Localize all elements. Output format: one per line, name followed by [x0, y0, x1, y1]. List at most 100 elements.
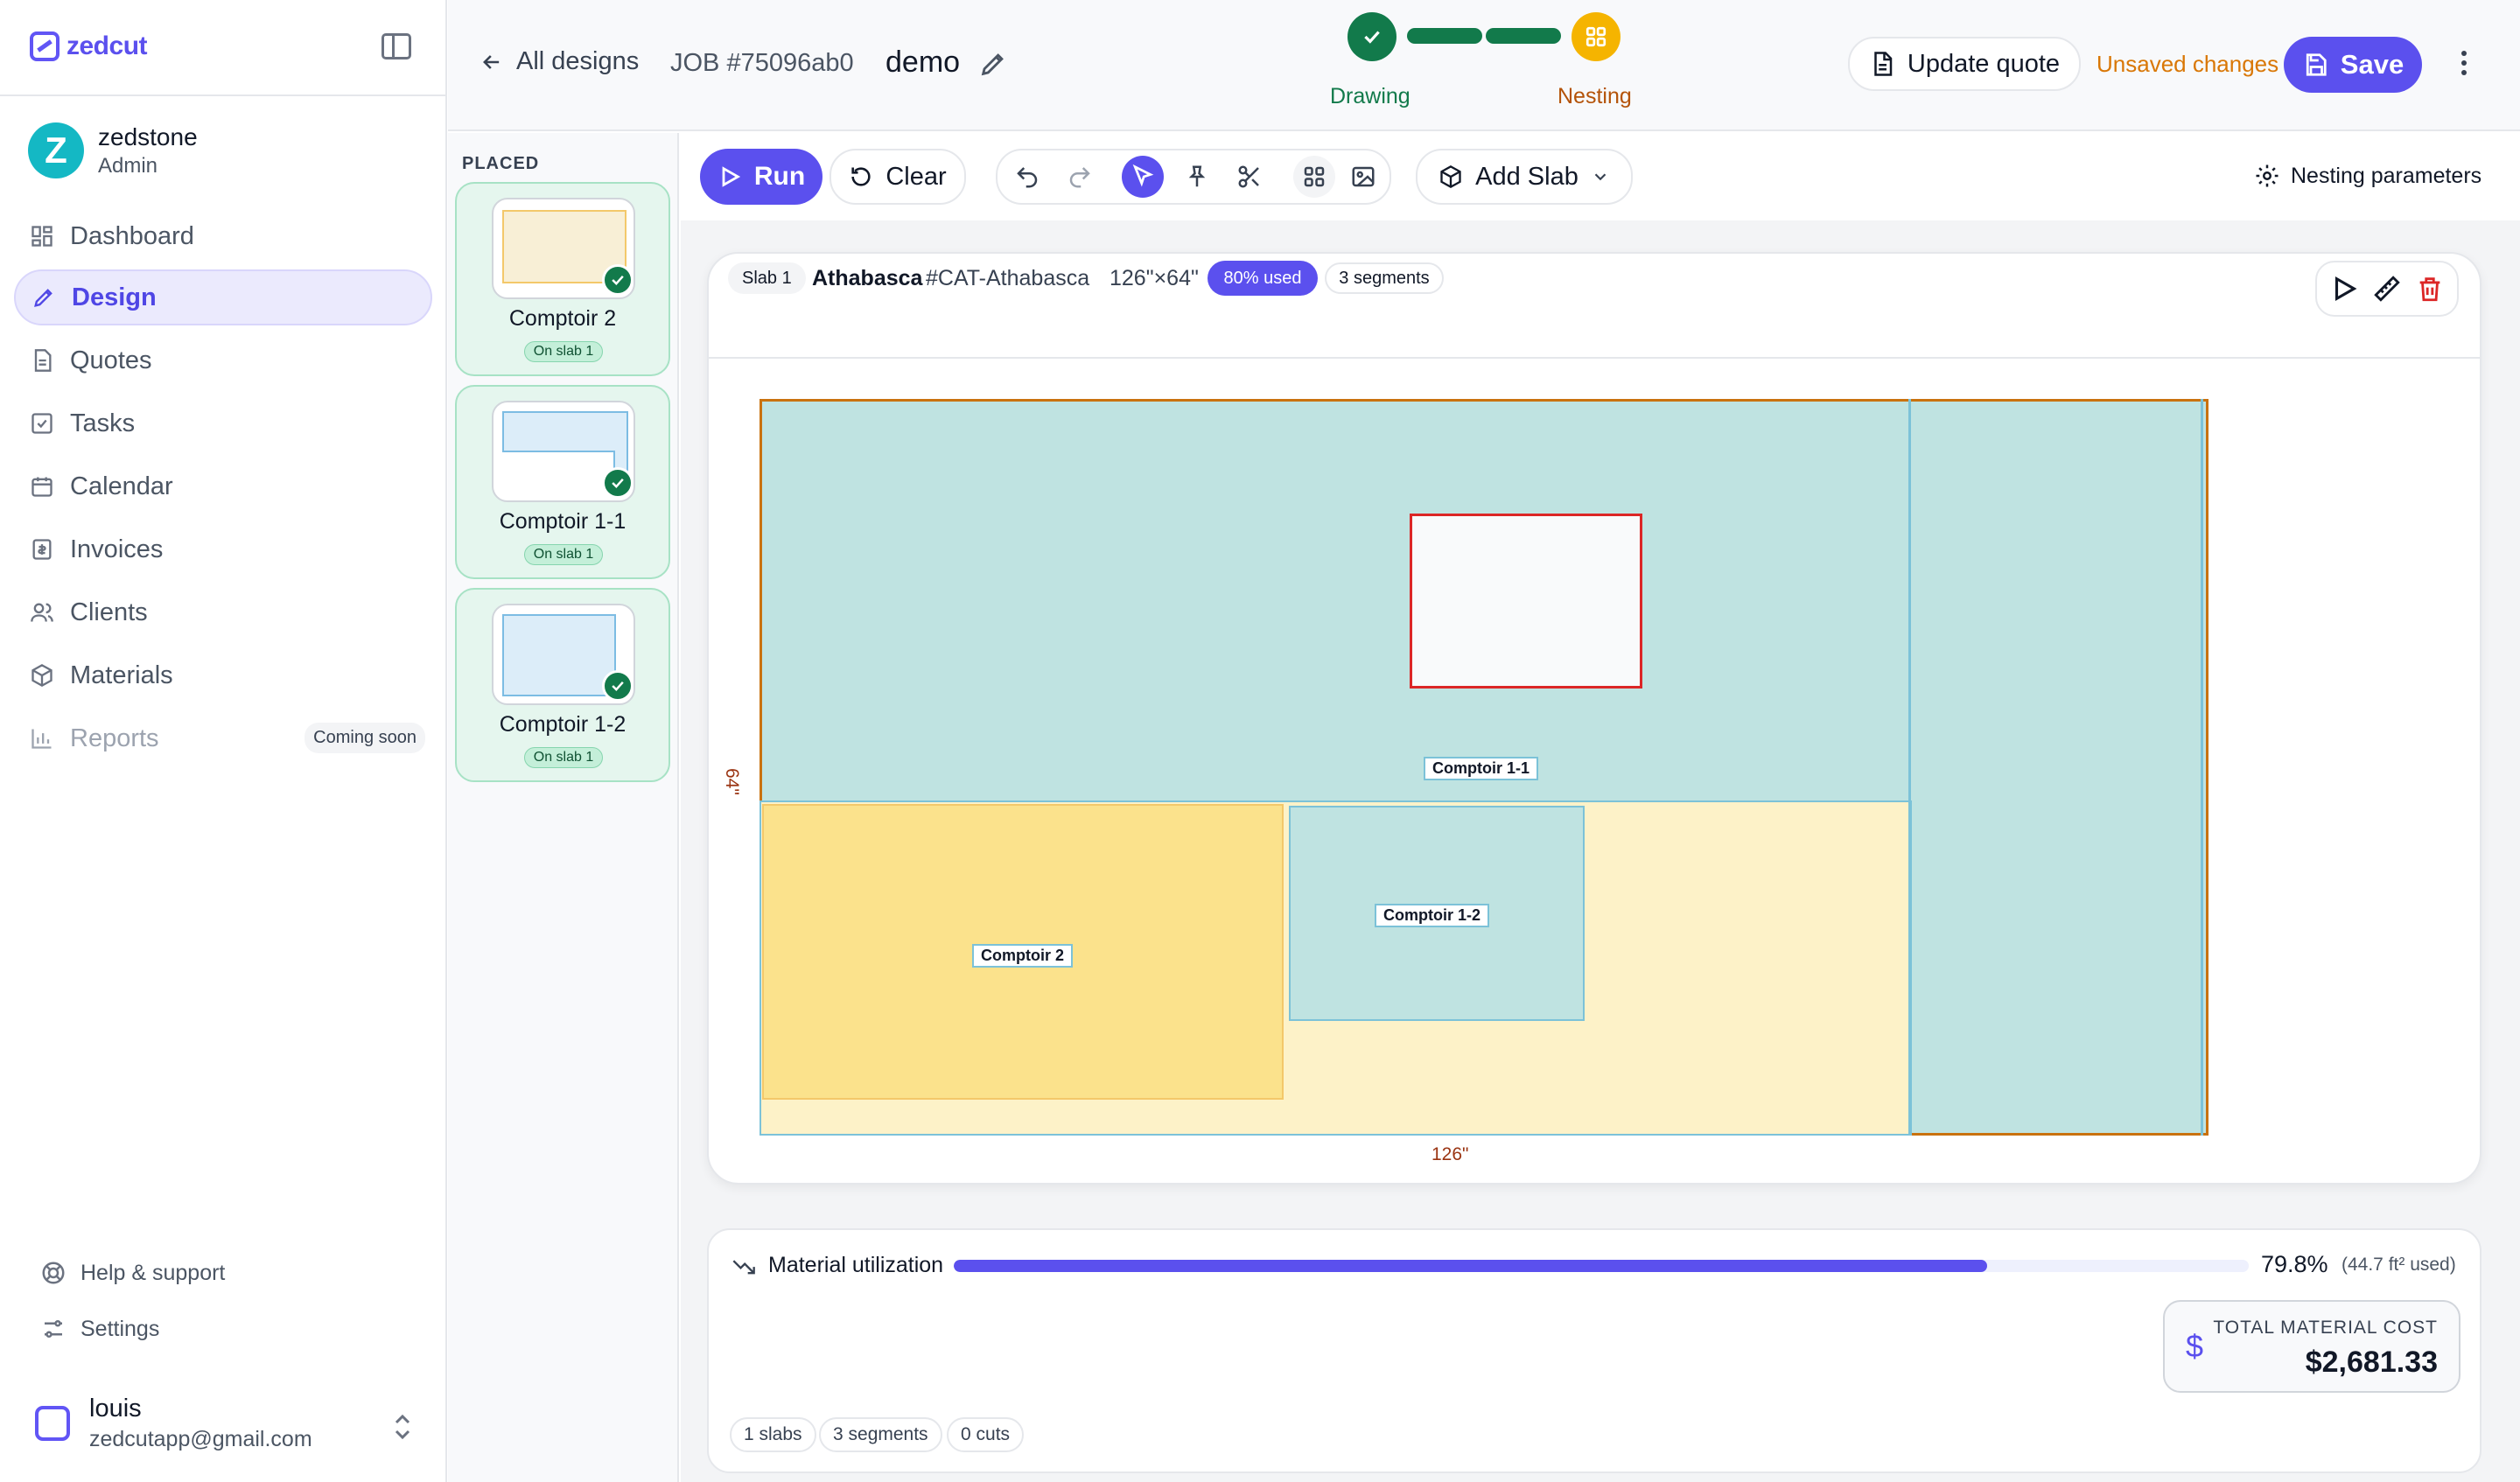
image-icon[interactable]: [1342, 156, 1384, 198]
select-pointer-icon[interactable]: [1122, 156, 1164, 198]
tasks-icon: [30, 411, 54, 436]
nav-label: Calendar: [70, 472, 173, 500]
step-drawing-label: Drawing: [1330, 84, 1410, 108]
nav-tasks[interactable]: Tasks: [14, 395, 432, 451]
trash-icon[interactable]: [2415, 274, 2445, 304]
slab-header-divider: [709, 357, 2480, 359]
slab-dimensions: 126"×64": [1110, 266, 1199, 290]
settings-link[interactable]: Settings: [40, 1316, 159, 1342]
slab-height-label: 64": [722, 768, 742, 795]
slab-layout[interactable]: Comptoir 1-1 Comptoir 1-2 Comptoir 2: [760, 399, 2208, 1136]
grid-view-icon[interactable]: [1293, 156, 1335, 198]
utilization-area-used: (44.7 ft² used): [2342, 1255, 2456, 1275]
nav-calendar[interactable]: Calendar: [14, 458, 432, 514]
utilization-progress-track: [954, 1260, 2249, 1272]
placed-piece-card[interactable]: Comptoir 1-2 On slab 1: [455, 588, 670, 782]
play-icon: [722, 166, 740, 187]
nav-materials[interactable]: Materials: [14, 647, 432, 703]
back-to-designs-link[interactable]: All designs: [480, 47, 639, 76]
help-support-link[interactable]: Help & support: [40, 1260, 225, 1286]
undo-icon[interactable]: [1006, 156, 1048, 198]
floppy-disk-icon: [2306, 53, 2327, 76]
reports-icon: [30, 726, 54, 751]
placed-piece-card[interactable]: Comptoir 1-1 On slab 1: [455, 385, 670, 579]
nav-design[interactable]: Design: [14, 269, 432, 325]
settings-sliders-icon: [45, 1320, 62, 1338]
ruler-icon[interactable]: [2372, 274, 2402, 304]
run-button[interactable]: Run: [700, 149, 822, 205]
edit-pencil-icon[interactable]: [978, 49, 1008, 79]
redo-icon[interactable]: [1059, 156, 1101, 198]
piece-label-comptoir-1-2: Comptoir 1-2: [1375, 904, 1490, 927]
settings-label: Settings: [80, 1316, 160, 1341]
piece-status-badge: On slab 1: [524, 341, 603, 362]
more-vertical-icon[interactable]: [2457, 49, 2471, 77]
account-email: zedcutapp@gmail.com: [89, 1427, 312, 1451]
piece-outline-edge: [1908, 399, 1911, 1136]
save-label: Save: [2340, 49, 2404, 80]
placed-check-icon: [602, 264, 634, 296]
sidebar-toggle-icon[interactable]: [382, 33, 411, 59]
step-progress-bar: [1486, 28, 1561, 44]
nav-label: Invoices: [70, 535, 164, 563]
account-switcher[interactable]: louis zedcutapp@gmail.com: [35, 1395, 312, 1452]
slab-used-badge: 80% used: [1208, 261, 1318, 296]
piece-label-comptoir-2: Comptoir 2: [972, 944, 1074, 968]
org-avatar: Z: [28, 122, 84, 178]
cutout-sink[interactable]: [1410, 514, 1642, 689]
utilization-percent: 79.8%: [2261, 1251, 2328, 1277]
reset-icon: [851, 167, 871, 186]
pin-icon[interactable]: [1176, 156, 1218, 198]
nav-label: Quotes: [70, 346, 152, 374]
nav-label: Dashboard: [70, 221, 194, 250]
piece-outline-edge: [2201, 399, 2203, 1136]
add-slab-label: Add Slab: [1475, 162, 1578, 191]
account-avatar-icon: [35, 1406, 70, 1441]
nav-invoices[interactable]: Invoices: [14, 521, 432, 577]
trend-down-icon: [732, 1259, 755, 1274]
nav-quotes[interactable]: Quotes: [14, 332, 432, 388]
dollar-icon: $: [2186, 1328, 2204, 1364]
stat-cuts: 0 cuts: [947, 1417, 1025, 1452]
stat-slabs: 1 slabs: [730, 1417, 816, 1452]
app-name: zedcut: [66, 31, 148, 60]
account-name: louis: [89, 1395, 142, 1423]
nav-clients[interactable]: Clients: [14, 584, 432, 640]
slab-actions: [2315, 261, 2459, 317]
nesting-parameters-label: Nesting parameters: [2291, 163, 2482, 188]
help-label: Help & support: [80, 1260, 226, 1285]
run-label: Run: [753, 162, 806, 191]
step-progress-bar: [1407, 28, 1482, 44]
job-id: JOB #75096ab0: [670, 49, 854, 77]
scissors-icon[interactable]: [1228, 156, 1270, 198]
add-slab-button[interactable]: Add Slab: [1416, 149, 1633, 205]
nav-dashboard[interactable]: Dashboard: [14, 208, 432, 264]
help-icon: [42, 1262, 65, 1284]
quotes-icon: [30, 348, 54, 373]
placed-piece-card[interactable]: Comptoir 2 On slab 1: [455, 182, 670, 376]
nesting-parameters-button[interactable]: Nesting parameters: [2254, 163, 2482, 189]
clients-icon: [30, 600, 54, 625]
nav-label: Design: [72, 283, 157, 311]
clear-button[interactable]: Clear: [830, 149, 966, 205]
slab-segments-badge: 3 segments: [1325, 262, 1444, 294]
step-drawing-done[interactable]: [1348, 12, 1396, 61]
step-nesting-current[interactable]: [1572, 12, 1620, 61]
cube-icon: [1440, 164, 1461, 189]
gear-icon: [2256, 164, 2278, 187]
app-logo[interactable]: zedcut: [30, 31, 148, 61]
piece-label-comptoir-1-1: Comptoir 1-1: [1424, 757, 1539, 780]
slab-material-name: Athabasca: [812, 266, 923, 290]
cost-label: TOTAL MATERIAL COST: [2213, 1318, 2438, 1338]
save-button[interactable]: Save: [2284, 37, 2422, 93]
back-label: All designs: [516, 47, 640, 75]
clear-label: Clear: [886, 162, 947, 191]
update-quote-button[interactable]: Update quote: [1848, 37, 2081, 91]
org-name: zedstone: [98, 123, 198, 150]
nav-reports: Reports Coming soon: [14, 710, 432, 766]
materials-icon: [30, 663, 54, 688]
utilization-label: Material utilization: [768, 1253, 944, 1277]
play-icon[interactable]: [2329, 274, 2359, 304]
piece-name: Comptoir 1-2: [499, 712, 626, 737]
chevron-up-down-icon[interactable]: [392, 1412, 413, 1442]
